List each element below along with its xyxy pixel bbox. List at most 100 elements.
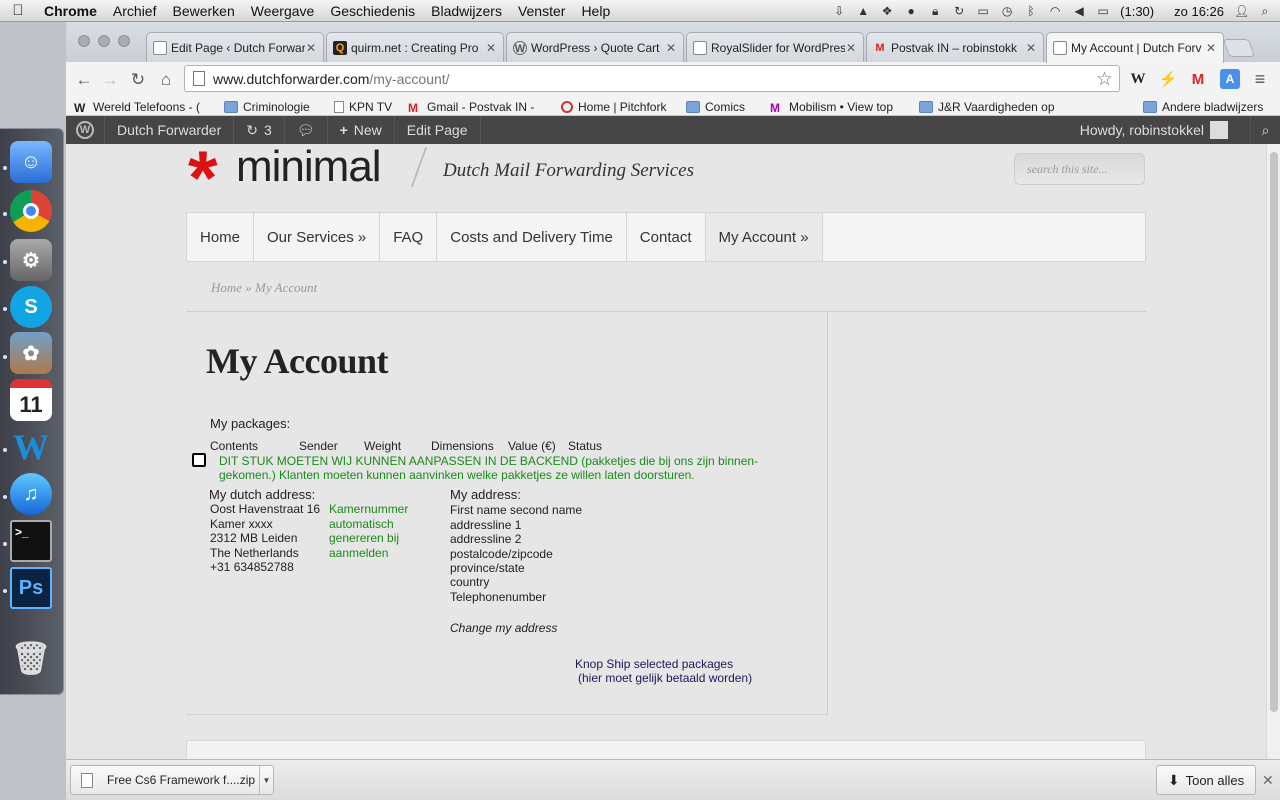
menubar-clock[interactable]: zo 16:26 — [1174, 4, 1224, 19]
nav-faq[interactable]: FAQ — [380, 213, 438, 261]
close-icon[interactable]: ✕ — [305, 41, 317, 55]
skype-icon[interactable]: S — [10, 286, 52, 328]
forward-icon[interactable]: → — [98, 68, 122, 92]
tab-edit-page[interactable]: Edit Page ‹ Dutch Forwar ✕ — [146, 32, 324, 62]
drive-icon[interactable]: ▲ — [856, 5, 870, 17]
menu-archief[interactable]: Archief — [105, 3, 165, 19]
menu-geschiedenis[interactable]: Geschiedenis — [322, 3, 423, 19]
change-address-link[interactable]: Change my address — [450, 621, 557, 636]
download-item[interactable]: Free Cs6 Framework f....zip ▼ — [70, 765, 274, 795]
admin-new[interactable]: + New — [328, 116, 395, 144]
admin-updates[interactable]: ↻ 3 — [234, 116, 285, 144]
admin-search-icon[interactable]: ⌕ — [1250, 116, 1280, 144]
wikipedia-extension-icon[interactable]: W — [1128, 69, 1148, 89]
window-zoom-button[interactable] — [118, 35, 130, 47]
tab-wordpress-quote-cart[interactable]: W WordPress › Quote Cart ✕ — [506, 32, 684, 62]
tab-gmail[interactable]: M Postvak IN – robinstokk ✕ — [866, 32, 1044, 62]
bookmark-item[interactable]: W Wereld Telefoons - ( — [74, 98, 200, 116]
terminal-icon[interactable]: >_ — [10, 520, 52, 562]
apple-icon[interactable]:  — [0, 2, 36, 19]
window-minimize-button[interactable] — [98, 35, 110, 47]
settings-menu-icon[interactable]: ≡ — [1250, 69, 1270, 89]
package-checkbox[interactable] — [192, 453, 206, 467]
bookmark-item[interactable]: M Gmail - Postvak IN - — [408, 98, 534, 116]
nav-our-services[interactable]: Our Services » — [254, 213, 381, 261]
admin-site-name[interactable]: Dutch Forwarder — [105, 116, 235, 144]
admin-edit-page[interactable]: Edit Page — [395, 116, 481, 144]
menu-weergave[interactable]: Weergave — [243, 3, 323, 19]
menu-venster[interactable]: Venster — [510, 3, 573, 19]
show-all-downloads-button[interactable]: ⬇ Toon alles — [1156, 765, 1256, 795]
admin-account[interactable]: Howdy, robinstokkel — [1068, 116, 1240, 144]
new-tab-button[interactable] — [1222, 39, 1256, 57]
close-icon[interactable]: ✕ — [845, 41, 857, 55]
word-icon[interactable]: W — [10, 426, 52, 468]
user-icon[interactable]: 👤︎ — [1234, 5, 1249, 17]
menu-app-name[interactable]: Chrome — [36, 3, 105, 19]
home-icon[interactable]: ⌂ — [154, 68, 178, 92]
breadcrumb[interactable]: Home » My Account — [211, 280, 317, 296]
close-icon[interactable]: ✕ — [485, 41, 497, 55]
lightning-extension-icon[interactable]: ⚡ — [1158, 69, 1178, 89]
tab-title: Postvak IN – robinstokk — [891, 40, 1018, 55]
comments-icon[interactable]: 💬︎ — [285, 116, 328, 144]
time-machine-icon[interactable]: ◷ — [1000, 5, 1014, 17]
translate-extension-icon[interactable]: A — [1220, 69, 1240, 89]
system-preferences-icon[interactable]: ⚙ — [10, 239, 52, 281]
battery-icon[interactable]: ▭ — [1096, 5, 1110, 17]
nav-home[interactable]: Home — [187, 213, 255, 261]
back-icon[interactable]: ← — [72, 68, 96, 92]
site-logo-asterisk[interactable]: * — [188, 144, 218, 217]
download-status-icon[interactable]: ⇩ — [832, 5, 846, 17]
bookmark-folder[interactable]: J&R Vaardigheden op — [919, 98, 1055, 116]
nav-my-account[interactable]: My Account » — [705, 213, 823, 261]
menu-bewerken[interactable]: Bewerken — [164, 3, 242, 19]
bookmark-item[interactable]: KPN TV — [334, 98, 392, 116]
close-icon[interactable]: ✕ — [1025, 41, 1037, 55]
chrome-icon[interactable] — [10, 190, 52, 232]
volume-icon[interactable]: ◀ — [1072, 5, 1086, 17]
site-search-input[interactable]: search this site... — [1014, 153, 1145, 185]
site-logo[interactable]: minimal — [236, 144, 382, 192]
window-close-button[interactable] — [78, 35, 90, 47]
lock-icon[interactable]: 🔒︎ — [928, 5, 942, 17]
spotlight-icon[interactable]: ⌕ — [1258, 5, 1272, 17]
address-bar[interactable]: www.dutchforwarder.com/my-account/ ☆ — [184, 65, 1120, 92]
wordpress-logo-icon[interactable]: W — [66, 116, 105, 144]
vertical-scrollbar[interactable] — [1266, 144, 1280, 759]
scrollbar-thumb[interactable] — [1270, 152, 1278, 712]
reload-icon[interactable]: ↻ — [126, 68, 150, 92]
wifi-icon[interactable]: ◠ — [1048, 5, 1062, 17]
nav-costs-delivery[interactable]: Costs and Delivery Time — [437, 213, 627, 261]
chevron-down-icon[interactable]: ▼ — [259, 766, 273, 794]
tab-quirm[interactable]: Q quirm.net : Creating Pro ✕ — [326, 32, 504, 62]
close-icon[interactable]: ✕ — [1205, 41, 1217, 55]
gmail-extension-icon[interactable]: M — [1188, 69, 1208, 89]
close-icon[interactable]: ✕ — [1262, 772, 1274, 789]
bookmark-folder[interactable]: Comics — [686, 98, 745, 116]
tab-my-account[interactable]: My Account | Dutch Forv ✕ — [1046, 32, 1224, 63]
bookmark-item[interactable]: Home | Pitchfork — [561, 98, 666, 116]
bluetooth-icon[interactable]: ᛒ — [1024, 5, 1038, 17]
itunes-icon[interactable]: ♫ — [10, 473, 52, 515]
calendar-icon[interactable]: 11 — [10, 379, 52, 421]
nav-contact[interactable]: Contact — [627, 213, 706, 261]
other-bookmarks[interactable]: Andere bladwijzers — [1143, 98, 1263, 116]
sync-icon[interactable]: ↻ — [952, 5, 966, 17]
iphoto-icon[interactable]: ✿ — [10, 332, 52, 374]
tab-royalslider[interactable]: RoyalSlider for WordPres ✕ — [686, 32, 864, 62]
ship-packages-button[interactable]: Knop Ship selected packages — [575, 657, 733, 672]
bookmark-folder[interactable]: Criminologie — [224, 98, 310, 116]
trash-icon[interactable]: 🗑︎ — [10, 637, 52, 679]
display-icon[interactable]: ▭ — [976, 5, 990, 17]
menu-bladwijzers[interactable]: Bladwijzers — [423, 3, 510, 19]
bookmark-star-icon[interactable]: ☆ — [1096, 68, 1113, 91]
dropbox-icon[interactable]: ❖ — [880, 5, 894, 17]
bookmark-item[interactable]: M Mobilism • View top — [770, 98, 893, 116]
backend-note-line1: DIT STUK MOETEN WIJ KUNNEN AANPASSEN IN … — [219, 454, 759, 468]
finder-icon[interactable]: ☺ — [10, 141, 52, 183]
skype-status-icon[interactable]: ● — [904, 5, 918, 17]
photoshop-icon[interactable]: Ps — [10, 567, 52, 609]
menu-help[interactable]: Help — [573, 3, 618, 19]
close-icon[interactable]: ✕ — [665, 41, 677, 55]
